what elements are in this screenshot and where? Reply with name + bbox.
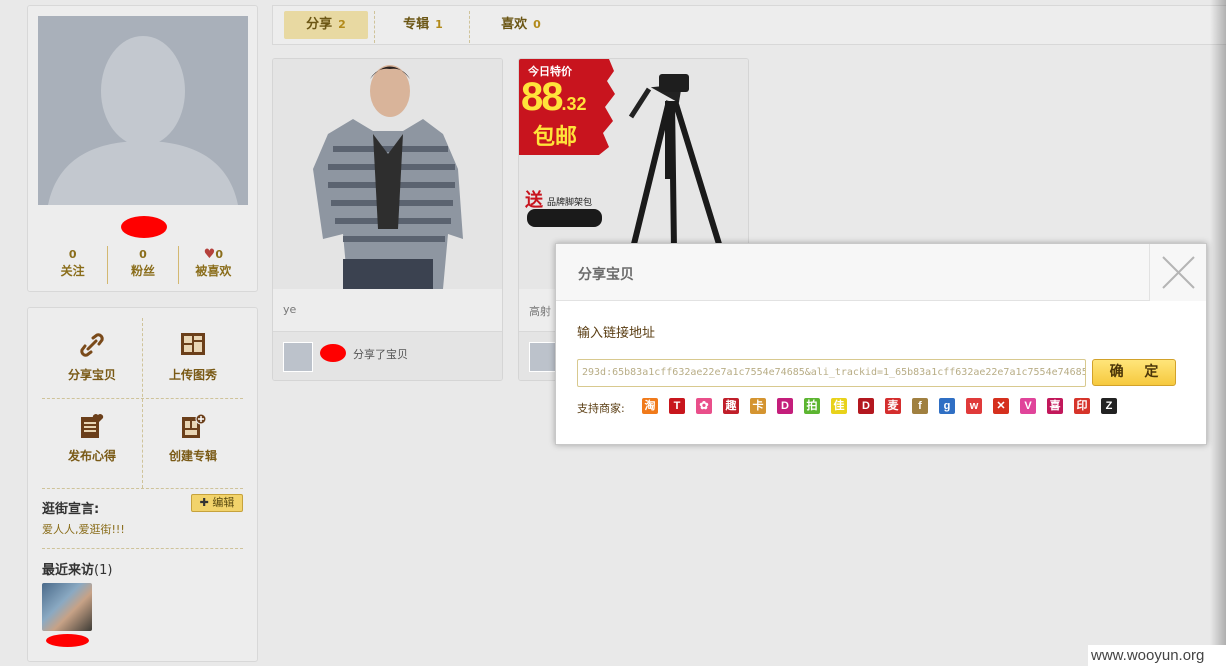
promo-gift-text: 品牌脚架包 — [547, 198, 593, 208]
merchant-logo-icon: 麦 — [885, 398, 901, 414]
tab-likes-count: 0 — [533, 18, 541, 31]
merchant-logo-icon: g — [939, 398, 955, 414]
stat-fans-count: 0 — [139, 248, 147, 261]
close-icon — [1162, 256, 1195, 289]
merchant-logo-icon: ✿ — [696, 398, 712, 414]
redacted-sharer-name — [320, 344, 346, 362]
stat-following[interactable]: 0 关注 — [38, 246, 109, 284]
product-description: ye — [283, 303, 297, 316]
watermark-text: www.wooyun.org — [1088, 645, 1226, 666]
merchant-logo-icon: 趣 — [723, 398, 739, 414]
merchant-logo-icon: ✕ — [993, 398, 1009, 414]
dialog-title: 分享宝贝 — [578, 267, 634, 283]
confirm-button[interactable]: 确 定 — [1092, 359, 1176, 386]
close-button[interactable] — [1149, 244, 1206, 301]
profile-stats: 0 关注 0 粉丝 ♥0 被喜欢 — [38, 246, 248, 284]
product-card[interactable]: ye 分享了宝贝 — [272, 58, 503, 381]
tab-likes[interactable]: 喜欢 0 — [481, 11, 561, 39]
visitor-avatar[interactable] — [42, 583, 92, 631]
plus-icon: ✚ — [199, 496, 209, 509]
dialog-header: 分享宝贝 — [556, 244, 1206, 301]
actions-panel: 分享宝贝 上传图秀 发布心得 创建专辑 逛街宣言: ✚ 编辑 爱人人,爱逛街!!… — [27, 307, 258, 662]
stat-liked-count: 0 — [215, 248, 223, 261]
tab-likes-label: 喜欢 — [501, 17, 528, 32]
product-description: 高射 — [529, 305, 551, 318]
merchant-logo-icon: Z — [1101, 398, 1117, 414]
promo-price-main: 88 — [521, 75, 563, 119]
card-footer: 分享了宝贝 — [273, 331, 502, 380]
merchant-logo-icon: w — [966, 398, 982, 414]
content-tabs: 分享 2 专辑 1 喜欢 0 — [272, 5, 1226, 45]
promo-price-cents: .32 — [561, 94, 587, 114]
upload-photo-label: 上传图秀 — [168, 368, 217, 382]
merchant-logo-icon: 拍 — [804, 398, 820, 414]
merchant-logo-icon: 卡 — [750, 398, 766, 414]
promo-gift-big: 送 — [525, 190, 543, 211]
user-avatar[interactable] — [38, 16, 248, 205]
share-item-button[interactable]: 分享宝贝 — [42, 318, 142, 398]
merchant-logo-icon: 淘 — [642, 398, 658, 414]
merchant-logo-icon: V — [1020, 398, 1036, 414]
tab-share[interactable]: 分享 2 — [284, 11, 368, 39]
publish-note-label: 发布心得 — [67, 449, 116, 463]
create-album-label: 创建专辑 — [168, 449, 217, 463]
note-heart-icon — [81, 414, 104, 438]
merchant-logo-icon: 喜 — [1047, 398, 1063, 414]
publish-note-button[interactable]: 发布心得 — [42, 399, 142, 479]
slogan-text: 爱人人,爱逛街!!! — [42, 523, 125, 536]
promo-price: 88.32 — [521, 75, 587, 120]
stat-following-count: 0 — [68, 248, 77, 261]
link-icon — [80, 333, 104, 357]
promo-free-shipping: 包邮 — [533, 125, 578, 150]
default-avatar-silhouette-icon — [38, 16, 248, 205]
redacted-username — [121, 216, 167, 238]
product-image-tshirt[interactable] — [273, 59, 502, 289]
heart-icon: ♥ — [203, 247, 216, 262]
url-input-value: 293d:65b83a1cff632ae22e7a1c7554e74685&al… — [582, 367, 1086, 378]
stat-fans-label: 粉丝 — [130, 264, 155, 278]
edit-slogan-button[interactable]: ✚ 编辑 — [191, 494, 243, 512]
merchant-logo-icon: f — [912, 398, 928, 414]
stat-liked[interactable]: ♥0 被喜欢 — [179, 246, 248, 284]
merchant-logo-icon: D — [858, 398, 874, 414]
merchant-logo-icon: 印 — [1074, 398, 1090, 414]
merchant-logo-icon: D — [777, 398, 793, 414]
album-add-icon — [182, 413, 206, 438]
tshirt-photo-icon — [273, 59, 502, 289]
upload-photo-button[interactable]: 上传图秀 — [143, 318, 243, 398]
sharer-avatar[interactable] — [283, 342, 313, 372]
redacted-visitor-name — [46, 634, 89, 647]
create-album-button[interactable]: 创建专辑 — [143, 399, 243, 479]
tab-albums-label: 专辑 — [403, 17, 430, 32]
share-item-label: 分享宝贝 — [67, 368, 116, 382]
merchants-label: 支持商家: — [577, 402, 625, 415]
url-input[interactable]: 293d:65b83a1cff632ae22e7a1c7554e74685&al… — [577, 359, 1086, 387]
recent-visitors-title: 最近来访(1) — [42, 559, 112, 578]
stat-fans[interactable]: 0 粉丝 — [108, 246, 179, 284]
stat-liked-label: 被喜欢 — [195, 264, 232, 278]
url-label: 输入链接地址 — [577, 326, 656, 341]
merchant-logo-icon: T — [669, 398, 685, 414]
tab-share-count: 2 — [338, 18, 346, 31]
share-item-dialog: 分享宝贝 输入链接地址 293d:65b83a1cff632ae22e7a1c7… — [555, 243, 1207, 445]
stat-following-label: 关注 — [60, 264, 85, 278]
recent-visitors-count: (1) — [94, 563, 113, 578]
edit-slogan-label: 编辑 — [212, 496, 235, 509]
tab-albums[interactable]: 专辑 1 — [383, 11, 463, 39]
slogan-title: 逛街宣言: — [42, 502, 100, 517]
photo-grid-icon — [181, 333, 205, 355]
merchant-logo-icon: 佳 — [831, 398, 847, 414]
tab-albums-count: 1 — [435, 18, 443, 31]
profile-card: 0 关注 0 粉丝 ♥0 被喜欢 — [27, 5, 258, 292]
share-action-text: 分享了宝贝 — [353, 348, 408, 361]
tab-share-label: 分享 — [306, 17, 333, 32]
recent-visitors-label: 最近来访 — [42, 563, 95, 578]
